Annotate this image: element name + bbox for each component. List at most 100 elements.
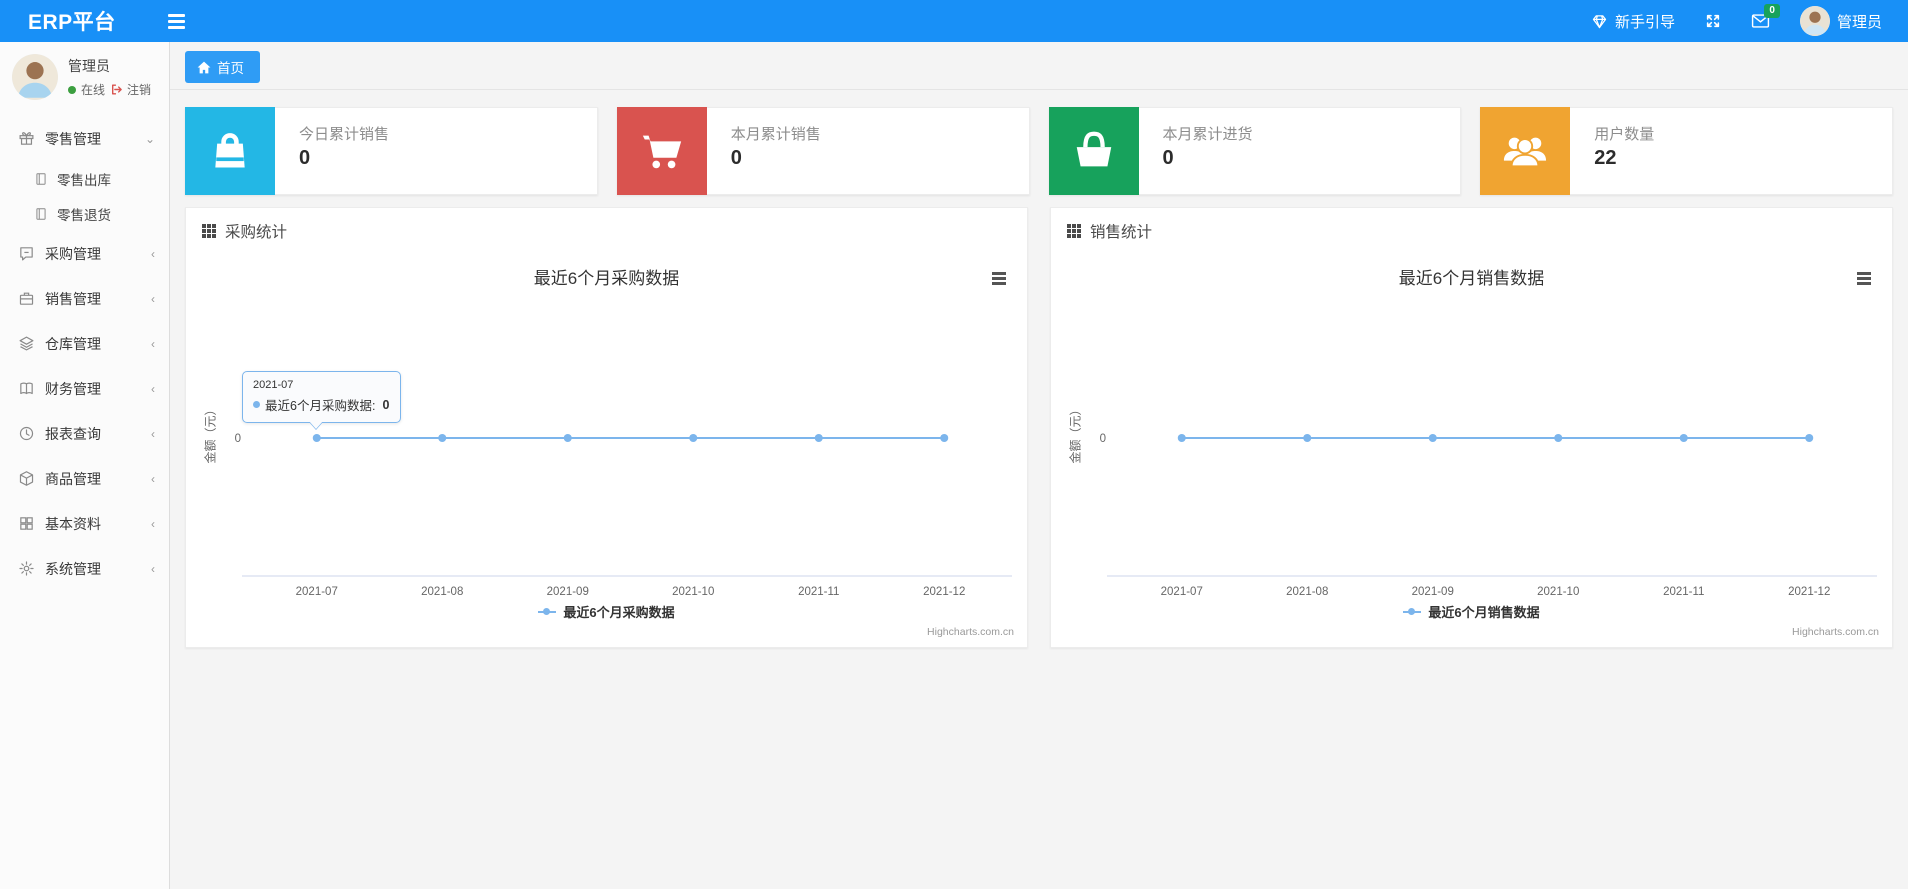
svg-text:2021-12: 2021-12 (1788, 586, 1830, 598)
legend-item[interactable]: 最近6个月采购数据 (186, 602, 1027, 621)
sidebar-item-sales[interactable]: 销售管理 ‹ (0, 276, 169, 321)
avatar (12, 54, 58, 100)
sidebar-username: 管理员 (68, 58, 110, 74)
user-menu[interactable]: 管理员 (1799, 6, 1882, 36)
chevron-left-icon: ‹ (151, 426, 155, 441)
sales-chart: 最近6个月销售数据 金额（元） 最近6个月销售数据 Highcharts.com… (1051, 253, 1892, 647)
svg-text:2021-07: 2021-07 (1161, 586, 1203, 598)
stat-label: 本月累计销售 (730, 126, 821, 143)
svg-text:2021-10: 2021-10 (1537, 586, 1579, 598)
grid-icon (18, 515, 35, 532)
gem-icon (1591, 13, 1608, 30)
th-grid-icon (1067, 223, 1081, 238)
sidebar-item-purchase[interactable]: 采购管理 ‹ (0, 231, 169, 276)
shopping-basket-icon (1048, 107, 1139, 195)
stat-value: 0 (730, 147, 742, 169)
sidebar-item-basic-data[interactable]: 基本资料 ‹ (0, 501, 169, 546)
journal-icon (34, 207, 48, 221)
svg-text:2021-07: 2021-07 (296, 586, 338, 598)
svg-text:2021-09: 2021-09 (1412, 586, 1454, 598)
layers-icon (18, 335, 35, 352)
comment-icon (18, 245, 35, 262)
stat-label: 用户数量 (1594, 126, 1655, 143)
messages-button[interactable]: 0 (1751, 4, 1780, 29)
tabs-bar: 首页 (170, 42, 1908, 90)
chevron-left-icon: ‹ (151, 471, 155, 486)
svg-text:2021-09: 2021-09 (547, 586, 589, 598)
chevron-left-icon: ‹ (151, 246, 155, 261)
guide-button[interactable]: 新手引导 (1591, 11, 1675, 32)
highcharts-credits[interactable]: Highcharts.com.cn (927, 626, 1014, 638)
users-icon (1480, 107, 1571, 195)
stat-value: 0 (299, 147, 311, 169)
sign-out-icon (112, 84, 122, 95)
panel-title: 采购统计 (225, 223, 288, 241)
logout-label: 注销 (127, 83, 152, 97)
box-icon (18, 470, 35, 487)
panel-title: 销售统计 (1090, 223, 1153, 241)
svg-text:2021-08: 2021-08 (1286, 586, 1328, 598)
legend-line-marker-icon (1403, 607, 1422, 616)
chevron-left-icon: ‹ (151, 516, 155, 531)
gear-icon (18, 560, 35, 577)
username-label: 管理员 (1836, 13, 1882, 31)
chevron-left-icon: ‹ (151, 381, 155, 396)
stat-label: 今日累计销售 (299, 126, 390, 143)
svg-text:2021-12: 2021-12 (923, 586, 965, 598)
chevron-down-icon: ⌄ (144, 131, 155, 146)
sidebar-toggle-icon[interactable] (162, 8, 191, 35)
journal-icon (34, 172, 48, 186)
shopping-cart-icon (616, 107, 707, 195)
sidebar-item-system[interactable]: 系统管理 ‹ (0, 546, 169, 591)
main-content: 首页 今日累计销售 0 本月累计销售 0 本月累计进货 0 用户数量 22 采购… (170, 42, 1908, 889)
clock-icon (18, 425, 35, 442)
series-marker-icon (253, 401, 260, 408)
chart-tooltip: 2021-07 最近6个月采购数据: 0 (242, 371, 402, 430)
highcharts-credits[interactable]: Highcharts.com.cn (1792, 626, 1879, 638)
briefcase-icon (18, 290, 35, 307)
sidebar-item-retail-return[interactable]: 零售退货 (0, 196, 169, 231)
stat-label: 本月累计进货 (1162, 126, 1253, 143)
sidebar-menu: 零售管理 ⌄ 零售出库 零售退货 采购管理 ‹ 销售管理 ‹ 仓库管理 ‹ 财务… (0, 116, 169, 591)
online-status-icon (68, 85, 76, 94)
chevron-left-icon: ‹ (151, 336, 155, 351)
legend-line-marker-icon (538, 607, 557, 616)
sidebar-item-goods[interactable]: 商品管理 ‹ (0, 456, 169, 501)
stat-card-month-purchase: 本月累计进货 0 (1048, 107, 1462, 195)
svg-text:2021-08: 2021-08 (421, 586, 463, 598)
sidebar-item-retail[interactable]: 零售管理 ⌄ (0, 116, 169, 161)
fullscreen-button[interactable] (1705, 13, 1721, 29)
sales-stats-panel: 销售统计 最近6个月销售数据 金额（元） 最近6个月销售数据 Highchart… (1050, 207, 1893, 648)
shopping-bag-icon (185, 107, 275, 195)
gift-icon (18, 130, 35, 147)
book-open-icon (18, 380, 35, 397)
svg-text:2021-10: 2021-10 (672, 586, 714, 598)
chevron-left-icon: ‹ (151, 561, 155, 576)
guide-label: 新手引导 (1614, 13, 1675, 31)
purchase-chart: 最近6个月采购数据 金额（元） 2021-07 最近6个月采购数据: 0 最近6 (186, 253, 1027, 647)
svg-text:2021-11: 2021-11 (1663, 586, 1704, 598)
charts-row: 采购统计 最近6个月采购数据 金额（元） 2021-07 最近6个月采购数据: … (185, 207, 1893, 648)
svg-text:2021-11: 2021-11 (798, 586, 839, 598)
home-icon (197, 61, 211, 73)
top-navbar: ERP平台 新手引导 0 管理员 (0, 0, 1908, 42)
sidebar-item-finance[interactable]: 财务管理 ‹ (0, 366, 169, 411)
app-logo: ERP平台 (28, 11, 116, 34)
mail-count-badge: 0 (1764, 4, 1780, 18)
stat-card-month-sales: 本月累计销售 0 (616, 107, 1030, 195)
stat-value: 22 (1594, 147, 1617, 169)
logout-button[interactable]: 注销 (110, 81, 151, 98)
purchase-stats-panel: 采购统计 最近6个月采购数据 金额（元） 2021-07 最近6个月采购数据: … (185, 207, 1028, 648)
stat-card-today-sales: 今日累计销售 0 (185, 107, 598, 195)
avatar (1799, 6, 1830, 36)
sidebar-item-reports[interactable]: 报表查询 ‹ (0, 411, 169, 456)
sidebar-item-retail-outbound[interactable]: 零售出库 (0, 161, 169, 196)
stat-value: 0 (1162, 147, 1174, 169)
tab-home[interactable]: 首页 (185, 51, 260, 83)
sidebar-item-warehouse[interactable]: 仓库管理 ‹ (0, 321, 169, 366)
th-grid-icon (202, 223, 216, 238)
sidebar-user-panel: 管理员 在线 注销 (0, 42, 169, 114)
stat-card-user-count: 用户数量 22 (1480, 107, 1893, 195)
legend-item[interactable]: 最近6个月销售数据 (1051, 602, 1892, 621)
sidebar: 管理员 在线 注销 零售管理 ⌄ 零售出库 零售退货 采购管理 ‹ 销售管理 ‹… (0, 42, 170, 889)
